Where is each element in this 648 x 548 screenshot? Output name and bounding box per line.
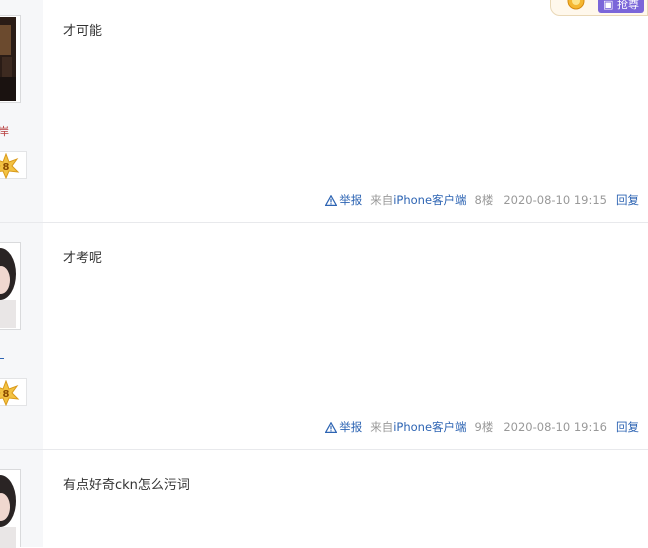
- post-content: 有点好奇ckn怎么污词: [63, 478, 190, 493]
- report-label: 举报: [339, 193, 363, 207]
- floor-number: 8楼: [474, 193, 494, 207]
- post-tail: 举报 来自 iPhone客户端 8楼 2020-08-10 19:15 回复: [325, 192, 639, 208]
- post-partial: 有点好奇ckn怎么污词: [0, 450, 648, 548]
- post-content: 才可能: [63, 24, 103, 39]
- level-number: 8: [3, 162, 10, 173]
- warning-icon: [325, 194, 338, 206]
- reply-button[interactable]: 回复: [616, 192, 639, 208]
- source-prefix: 来自: [370, 193, 394, 207]
- post-time: 2020-08-10 19:15: [503, 193, 607, 207]
- post-floor-9: 8 才考呢 举报 来自 iPhone客户端 9楼 2020-08-10 19:1…: [0, 223, 648, 449]
- post-content: 才考呢: [63, 251, 103, 266]
- post-floor-8: 岸 8 才可能 举报 来自 iPhone客户端 8楼 2020-08-10 19…: [0, 0, 648, 222]
- client-link[interactable]: iPhone客户端: [393, 192, 466, 208]
- avatar[interactable]: [0, 469, 21, 548]
- avatar[interactable]: [0, 242, 21, 330]
- report-label: 举报: [339, 420, 363, 434]
- reply-button[interactable]: 回复: [616, 419, 639, 435]
- report-button[interactable]: 举报: [325, 419, 362, 435]
- floor-number: 9楼: [474, 420, 494, 434]
- avatar[interactable]: [0, 15, 21, 103]
- warning-icon: [325, 421, 338, 433]
- avatar-image: [0, 471, 16, 548]
- avatar-image: [0, 17, 16, 101]
- level-badge: 8: [0, 151, 27, 179]
- level-badge: 8: [0, 378, 27, 406]
- source-prefix: 来自: [370, 420, 394, 434]
- username-link[interactable]: 岸: [0, 123, 9, 139]
- username-link[interactable]: [0, 358, 4, 359]
- avatar-image: [0, 244, 16, 328]
- post-time: 2020-08-10 19:16: [503, 420, 607, 434]
- post-tail: 举报 来自 iPhone客户端 9楼 2020-08-10 19:16 回复: [325, 419, 639, 435]
- report-button[interactable]: 举报: [325, 192, 362, 208]
- level-number: 8: [3, 389, 10, 400]
- client-link[interactable]: iPhone客户端: [393, 419, 466, 435]
